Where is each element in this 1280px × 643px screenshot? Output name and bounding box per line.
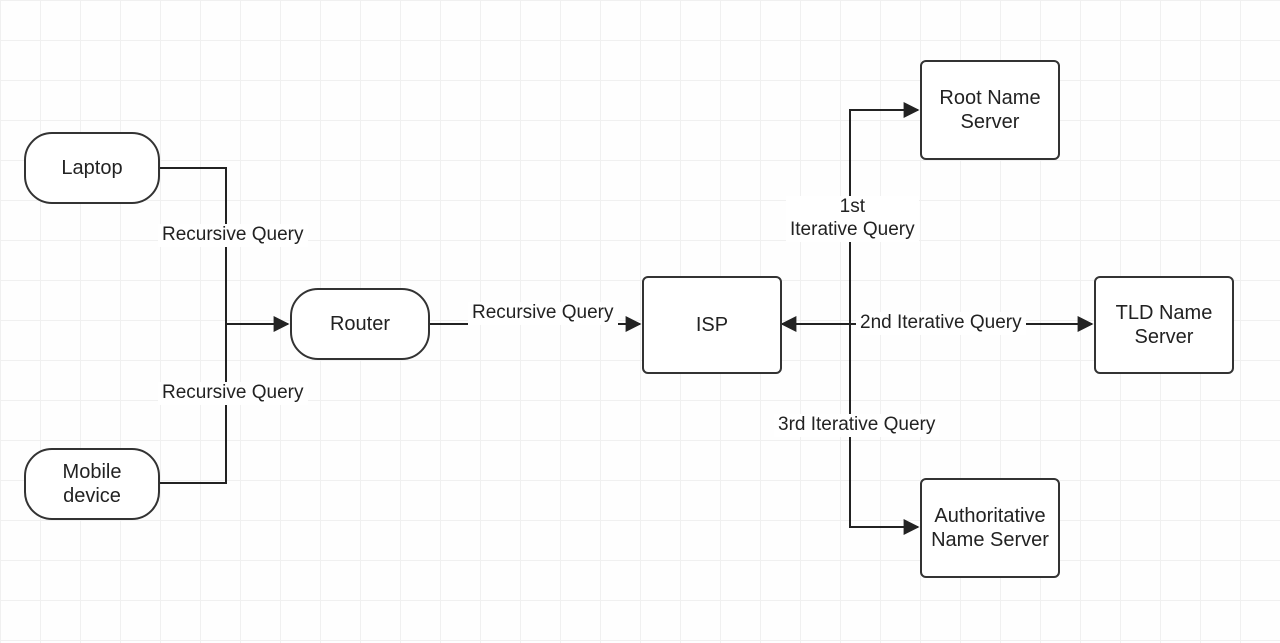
node-root[interactable]: Root Name Server bbox=[920, 60, 1060, 160]
node-mobile-label: Mobile device bbox=[34, 460, 150, 508]
node-root-label: Root Name Server bbox=[930, 86, 1050, 134]
node-isp-label: ISP bbox=[696, 313, 728, 337]
edge-label-router-isp: Recursive Query bbox=[468, 302, 618, 325]
node-tld-label: TLD Name Server bbox=[1104, 301, 1224, 349]
edge-label-laptop-router: Recursive Query bbox=[158, 224, 308, 247]
diagram-canvas: Laptop Mobile device Router ISP Root Nam… bbox=[0, 0, 1280, 643]
edge-label-isp-auth: 3rd Iterative Query bbox=[774, 414, 939, 437]
edge-label-isp-root: 1st Iterative Query bbox=[786, 196, 919, 242]
edges-layer bbox=[0, 0, 1280, 643]
node-auth[interactable]: Authoritative Name Server bbox=[920, 478, 1060, 578]
node-laptop-label: Laptop bbox=[61, 156, 122, 180]
edge-label-isp-tld: 2nd Iterative Query bbox=[856, 312, 1026, 335]
node-isp[interactable]: ISP bbox=[642, 276, 782, 374]
node-router[interactable]: Router bbox=[290, 288, 430, 360]
node-auth-label: Authoritative Name Server bbox=[930, 504, 1050, 552]
node-tld[interactable]: TLD Name Server bbox=[1094, 276, 1234, 374]
node-laptop[interactable]: Laptop bbox=[24, 132, 160, 204]
node-mobile[interactable]: Mobile device bbox=[24, 448, 160, 520]
edge-label-mobile-router: Recursive Query bbox=[158, 382, 308, 405]
node-router-label: Router bbox=[330, 312, 390, 336]
